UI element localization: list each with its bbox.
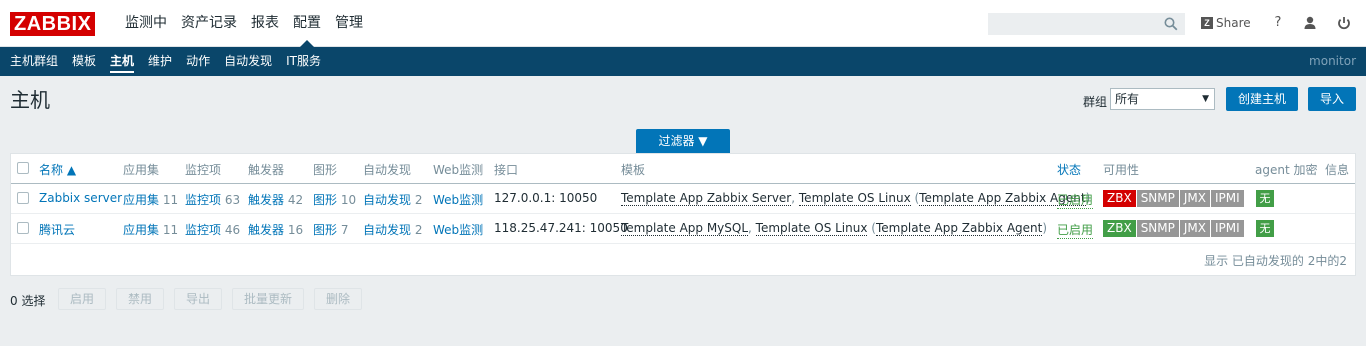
header-agent-encryption: agent 加密 (1255, 163, 1318, 177)
items-link[interactable]: 监控项 46 (185, 221, 240, 238)
availability-badges: ZBX SNMP JMX IPMI (1103, 190, 1245, 207)
subnav-discovery[interactable]: 自动发现 (217, 47, 279, 76)
header-graphs: 图形 (313, 163, 338, 177)
items-link[interactable]: 监控项 63 (185, 191, 240, 208)
encryption-badge: 无 (1256, 220, 1274, 237)
ipmi-badge: IPMI (1211, 190, 1244, 207)
template-link[interactable]: Template App Zabbix Server (621, 191, 792, 206)
row-divider (11, 213, 1355, 214)
header-apps: 应用集 (123, 163, 160, 177)
group-select[interactable]: 所有 ▼ (1110, 88, 1215, 110)
snmp-badge: SNMP (1136, 220, 1179, 237)
share-icon: Z (1201, 17, 1213, 29)
header-web: Web监测 (433, 163, 484, 177)
import-button[interactable]: 导入 (1308, 87, 1356, 111)
template-link[interactable]: Template OS Linux (798, 191, 911, 206)
header-divider (11, 183, 1355, 184)
header-templates: 模板 (621, 163, 646, 177)
discovery-link[interactable]: 自动发现 2 (363, 221, 422, 238)
status-toggle[interactable]: 已启用 (1057, 221, 1094, 239)
user-icon[interactable] (1302, 15, 1318, 31)
share-link[interactable]: Z Share (1201, 15, 1251, 31)
group-select-value: 所有 (1115, 92, 1140, 106)
select-all-checkbox[interactable] (17, 162, 29, 174)
host-name-link[interactable]: Zabbix server (39, 191, 122, 205)
row-checkbox[interactable] (17, 192, 29, 204)
menu-monitoring[interactable]: 监测中 (118, 0, 174, 47)
row-divider (11, 243, 1355, 244)
header-info: 信息 (1325, 163, 1350, 177)
template-link[interactable]: Template App MySQL (621, 221, 749, 236)
triggers-link[interactable]: 触发器 16 (248, 221, 303, 238)
encryption-badge: 无 (1256, 190, 1274, 207)
templates-cell: Template App MySQL, Template OS Linux (T… (621, 221, 1048, 236)
menu-administration[interactable]: 管理 (328, 0, 370, 47)
interface-value: 127.0.0.1: 10050 (494, 191, 598, 205)
selected-count: 0 选择 (10, 294, 46, 308)
table-footer-count: 显示 已自动发现的 2中的2 (1204, 254, 1347, 268)
menu-inventory[interactable]: 资产记录 (174, 0, 244, 47)
export-button[interactable]: 导出 (174, 288, 222, 310)
header-availability: 可用性 (1103, 163, 1140, 177)
snmp-badge: SNMP (1136, 190, 1179, 207)
server-name: monitor (1309, 54, 1356, 68)
applications-link[interactable]: 应用集 11 (123, 221, 178, 238)
web-link[interactable]: Web监测 (433, 191, 483, 208)
delete-button[interactable]: 删除 (314, 288, 362, 310)
header-name[interactable]: 名称 ▲ (39, 161, 76, 178)
zbx-badge: ZBX (1103, 190, 1136, 207)
search-box (988, 13, 1185, 35)
header-status[interactable]: 状态 (1057, 161, 1081, 178)
subnav-hosts[interactable]: 主机 (103, 47, 141, 76)
search-icon[interactable] (1164, 17, 1178, 31)
hosts-table: 名称 ▲ 应用集 监控项 触发器 图形 自动发现 Web监测 接口 模板 状态 … (10, 153, 1356, 276)
header-interface: 接口 (494, 163, 519, 177)
graphs-link[interactable]: 图形 10 (313, 191, 356, 208)
menu-configuration[interactable]: 配置 (286, 0, 328, 47)
sub-nav: 主机群组 模板 主机 维护 动作 自动发现 IT服务 monitor (0, 47, 1366, 76)
top-header: ZABBIX 监测中 资产记录 报表 配置 管理 Z Share ? (0, 0, 1366, 47)
main-menu: 监测中 资产记录 报表 配置 管理 (118, 0, 370, 47)
header-discovery: 自动发现 (363, 163, 412, 177)
chevron-down-icon: ▼ (1202, 94, 1209, 104)
triggers-link[interactable]: 触发器 42 (248, 191, 303, 208)
host-name-link[interactable]: 腾讯云 (39, 221, 75, 238)
subnav-host-groups[interactable]: 主机群组 (3, 47, 65, 76)
create-host-button[interactable]: 创建主机 (1226, 87, 1298, 111)
discovery-link[interactable]: 自动发现 2 (363, 191, 422, 208)
subnav-it-services[interactable]: IT服务 (279, 47, 328, 76)
template-link[interactable]: Template OS Linux (755, 221, 868, 236)
applications-link[interactable]: 应用集 11 (123, 191, 178, 208)
availability-badges: ZBX SNMP JMX IPMI (1103, 220, 1245, 237)
search-input[interactable] (989, 14, 1167, 34)
enable-button[interactable]: 启用 (58, 288, 106, 310)
header-items: 监控项 (185, 163, 222, 177)
zabbix-logo[interactable]: ZABBIX (10, 12, 96, 36)
power-icon[interactable] (1336, 15, 1352, 31)
ipmi-badge: IPMI (1211, 220, 1244, 237)
share-label: Share (1216, 16, 1251, 30)
templates-cell: Template App Zabbix Server, Template OS … (621, 191, 1091, 206)
jmx-badge: JMX (1179, 190, 1210, 207)
disable-button[interactable]: 禁用 (116, 288, 164, 310)
header-triggers: 触发器 (248, 163, 285, 177)
subnav-maintenance[interactable]: 维护 (141, 47, 179, 76)
subnav-actions[interactable]: 动作 (179, 47, 217, 76)
mass-update-button[interactable]: 批量更新 (232, 288, 304, 310)
group-label: 群组 (1083, 95, 1108, 109)
help-icon[interactable]: ? (1270, 15, 1286, 31)
filter-toggle[interactable]: 过滤器 ▼ (636, 129, 730, 154)
menu-reports[interactable]: 报表 (244, 0, 286, 47)
zbx-badge: ZBX (1103, 220, 1136, 237)
interface-value: 118.25.47.241: 10050 (494, 221, 628, 235)
web-link[interactable]: Web监测 (433, 221, 483, 238)
graphs-link[interactable]: 图形 7 (313, 221, 348, 238)
page-title: 主机 (10, 88, 50, 112)
template-link[interactable]: Template App Zabbix Agent (875, 221, 1043, 236)
subnav-templates[interactable]: 模板 (65, 47, 103, 76)
row-checkbox[interactable] (17, 222, 29, 234)
jmx-badge: JMX (1179, 220, 1210, 237)
status-toggle[interactable]: 已启用 (1057, 191, 1094, 209)
